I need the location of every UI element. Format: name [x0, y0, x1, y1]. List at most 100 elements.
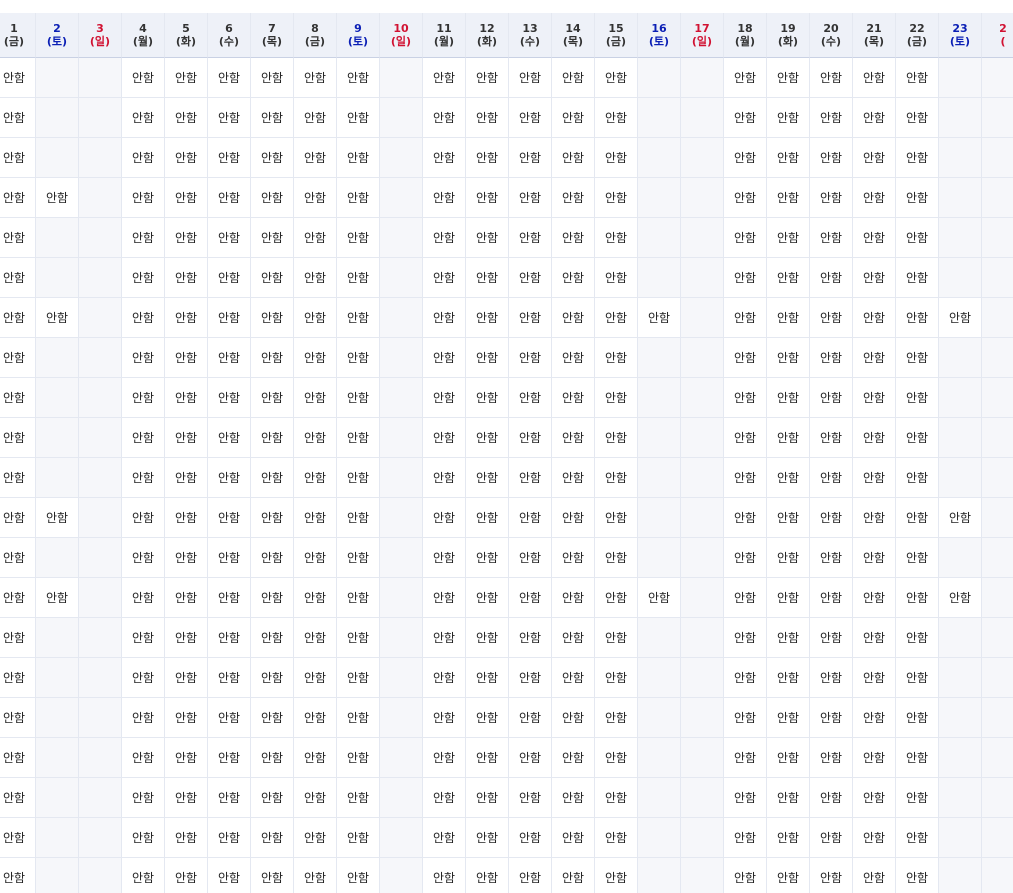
- table-cell[interactable]: 안함: [767, 58, 810, 98]
- table-cell[interactable]: 안함: [552, 298, 595, 338]
- table-cell[interactable]: 안함: [251, 138, 294, 178]
- table-cell[interactable]: 안함: [122, 698, 165, 738]
- table-cell[interactable]: 안함: [208, 738, 251, 778]
- table-cell[interactable]: [681, 778, 724, 818]
- table-cell[interactable]: [939, 658, 982, 698]
- table-cell[interactable]: [638, 658, 681, 698]
- table-cell[interactable]: 안함: [122, 138, 165, 178]
- table-cell[interactable]: 안함: [0, 738, 36, 778]
- table-cell[interactable]: [380, 538, 423, 578]
- table-cell[interactable]: 안함: [423, 418, 466, 458]
- table-cell[interactable]: [939, 618, 982, 658]
- table-cell[interactable]: 안함: [853, 218, 896, 258]
- table-cell[interactable]: 안함: [466, 58, 509, 98]
- table-cell[interactable]: [982, 738, 1013, 778]
- table-cell[interactable]: 안함: [853, 858, 896, 893]
- table-cell[interactable]: 안함: [466, 618, 509, 658]
- table-cell[interactable]: 안함: [853, 378, 896, 418]
- table-cell[interactable]: 안함: [337, 818, 380, 858]
- table-cell[interactable]: 안함: [0, 658, 36, 698]
- table-cell[interactable]: [380, 498, 423, 538]
- table-cell[interactable]: 안함: [294, 258, 337, 298]
- table-cell[interactable]: [79, 618, 122, 658]
- table-cell[interactable]: 안함: [853, 498, 896, 538]
- table-cell[interactable]: 안함: [509, 218, 552, 258]
- table-cell[interactable]: [681, 338, 724, 378]
- table-cell[interactable]: 안함: [208, 458, 251, 498]
- table-cell[interactable]: [982, 338, 1013, 378]
- table-cell[interactable]: [79, 698, 122, 738]
- table-cell[interactable]: 안함: [810, 818, 853, 858]
- table-cell[interactable]: [79, 298, 122, 338]
- table-cell[interactable]: 안함: [165, 138, 208, 178]
- table-cell[interactable]: 안함: [208, 298, 251, 338]
- table-cell[interactable]: 안함: [337, 458, 380, 498]
- table-cell[interactable]: 안함: [767, 778, 810, 818]
- table-cell[interactable]: 안함: [251, 578, 294, 618]
- table-cell[interactable]: [79, 818, 122, 858]
- table-cell[interactable]: 안함: [251, 658, 294, 698]
- table-cell[interactable]: 안함: [294, 658, 337, 698]
- table-cell[interactable]: [380, 738, 423, 778]
- table-cell[interactable]: 안함: [552, 498, 595, 538]
- table-cell[interactable]: 안함: [767, 698, 810, 738]
- table-cell[interactable]: 안함: [251, 218, 294, 258]
- table-cell[interactable]: [380, 178, 423, 218]
- table-cell[interactable]: 안함: [0, 618, 36, 658]
- table-cell[interactable]: [638, 218, 681, 258]
- table-cell[interactable]: 안함: [595, 138, 638, 178]
- table-cell[interactable]: [380, 858, 423, 893]
- table-cell[interactable]: 안함: [294, 58, 337, 98]
- table-cell[interactable]: 안함: [294, 418, 337, 458]
- table-cell[interactable]: 안함: [810, 138, 853, 178]
- table-cell[interactable]: [939, 98, 982, 138]
- table-cell[interactable]: 안함: [595, 58, 638, 98]
- table-cell[interactable]: 안함: [896, 378, 939, 418]
- table-cell[interactable]: 안함: [853, 778, 896, 818]
- table-cell[interactable]: [638, 498, 681, 538]
- table-cell[interactable]: 안함: [122, 338, 165, 378]
- table-cell[interactable]: [380, 218, 423, 258]
- table-cell[interactable]: 안함: [810, 858, 853, 893]
- table-cell[interactable]: 안함: [251, 738, 294, 778]
- table-cell[interactable]: 안함: [509, 738, 552, 778]
- table-cell[interactable]: 안함: [294, 98, 337, 138]
- table-cell[interactable]: 안함: [552, 538, 595, 578]
- table-cell[interactable]: 안함: [423, 98, 466, 138]
- table-cell[interactable]: 안함: [896, 418, 939, 458]
- table-cell[interactable]: 안함: [767, 458, 810, 498]
- table-cell[interactable]: [79, 778, 122, 818]
- table-cell[interactable]: 안함: [208, 698, 251, 738]
- table-cell[interactable]: [79, 578, 122, 618]
- table-cell[interactable]: [982, 498, 1013, 538]
- table-cell[interactable]: 안함: [337, 258, 380, 298]
- table-cell[interactable]: 안함: [552, 458, 595, 498]
- table-cell[interactable]: 안함: [552, 578, 595, 618]
- table-cell[interactable]: 안함: [122, 538, 165, 578]
- table-cell[interactable]: 안함: [724, 138, 767, 178]
- table-cell[interactable]: 안함: [853, 338, 896, 378]
- table-cell[interactable]: 안함: [423, 138, 466, 178]
- table-cell[interactable]: 안함: [294, 538, 337, 578]
- table-cell[interactable]: 안함: [208, 858, 251, 893]
- table-cell[interactable]: 안함: [810, 458, 853, 498]
- table-cell[interactable]: [681, 138, 724, 178]
- table-cell[interactable]: [939, 338, 982, 378]
- table-cell[interactable]: 안함: [294, 738, 337, 778]
- table-cell[interactable]: [638, 58, 681, 98]
- table-cell[interactable]: 안함: [165, 298, 208, 338]
- table-cell[interactable]: 안함: [251, 98, 294, 138]
- table-cell[interactable]: 안함: [466, 98, 509, 138]
- table-cell[interactable]: 안함: [810, 698, 853, 738]
- table-cell[interactable]: 안함: [810, 418, 853, 458]
- table-cell[interactable]: [638, 458, 681, 498]
- table-cell[interactable]: [982, 818, 1013, 858]
- table-cell[interactable]: 안함: [251, 458, 294, 498]
- table-cell[interactable]: 안함: [509, 378, 552, 418]
- table-cell[interactable]: 안함: [337, 498, 380, 538]
- table-cell[interactable]: [638, 818, 681, 858]
- table-cell[interactable]: 안함: [251, 338, 294, 378]
- table-cell[interactable]: 안함: [810, 258, 853, 298]
- table-cell[interactable]: 안함: [724, 698, 767, 738]
- table-cell[interactable]: 안함: [724, 378, 767, 418]
